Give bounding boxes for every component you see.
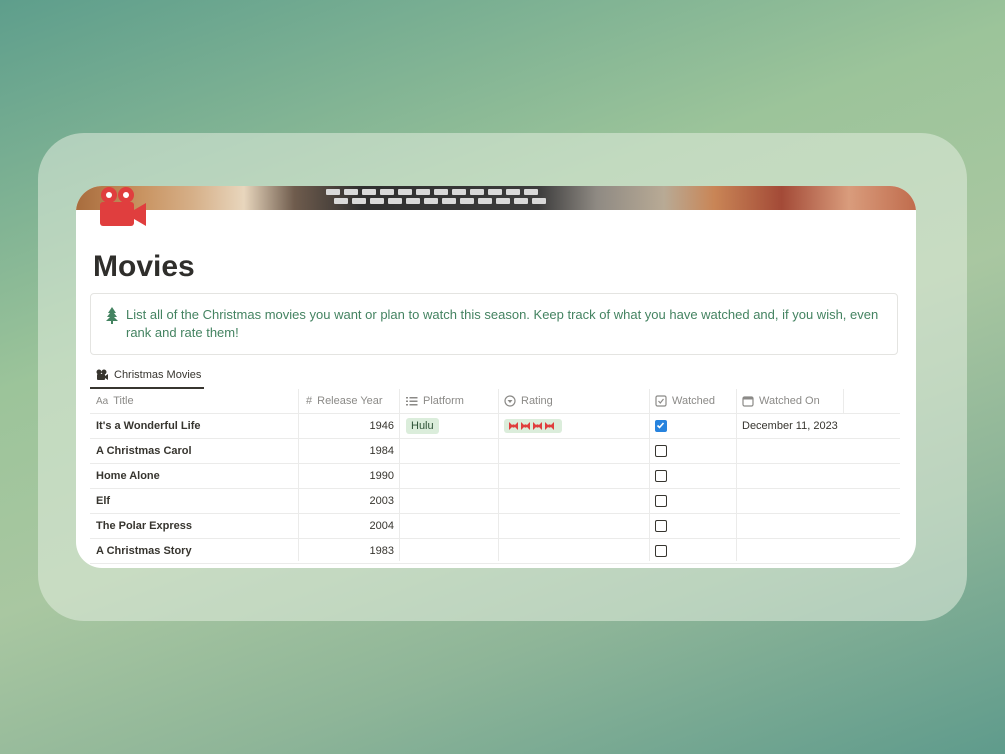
calendar-icon bbox=[742, 396, 754, 407]
laptop-keyboard-graphic bbox=[326, 188, 746, 208]
page-title[interactable]: Movies bbox=[93, 250, 195, 284]
rating-tag bbox=[504, 419, 562, 433]
platform-tag: Hulu bbox=[406, 418, 439, 434]
column-header-watched[interactable]: Watched bbox=[655, 389, 733, 413]
movie-camera-icon[interactable] bbox=[96, 186, 150, 230]
notion-page: Movies List all of the Christmas movies … bbox=[76, 186, 916, 568]
list-icon bbox=[406, 397, 418, 406]
title-cell[interactable]: It's a Wonderful Life bbox=[96, 414, 292, 438]
tab-label: Christmas Movies bbox=[114, 368, 202, 381]
title-cell[interactable]: Home Alone bbox=[96, 464, 292, 488]
table-row[interactable]: It's a Wonderful Life 1946 Hulu December… bbox=[90, 414, 900, 439]
table-row[interactable]: A Christmas Carol 1984 bbox=[90, 439, 900, 464]
watched-checkbox[interactable] bbox=[655, 420, 667, 432]
title-cell[interactable]: A Christmas Carol bbox=[96, 439, 292, 463]
watched-cell bbox=[655, 464, 733, 488]
watched-cell bbox=[655, 489, 733, 513]
release-year-cell[interactable]: 1984 bbox=[306, 439, 394, 463]
title-cell[interactable]: A Christmas Story bbox=[96, 539, 292, 563]
release-year-cell[interactable]: 2004 bbox=[306, 514, 394, 538]
column-header-title[interactable]: Aa Title bbox=[96, 389, 292, 413]
column-header-watched-on[interactable]: Watched On bbox=[742, 389, 842, 413]
text-property-icon: Aa bbox=[96, 395, 109, 407]
number-property-icon: # bbox=[306, 395, 313, 407]
table-row[interactable]: Home Alone 1990 bbox=[90, 464, 900, 489]
column-header-platform[interactable]: Platform bbox=[406, 389, 494, 413]
cover-image[interactable] bbox=[76, 186, 916, 210]
title-cell[interactable]: Elf bbox=[96, 489, 292, 513]
watched-on-cell[interactable]: December 11, 2023 bbox=[742, 414, 862, 438]
watched-checkbox[interactable] bbox=[655, 470, 667, 482]
table-row[interactable]: A Christmas Story 1983 bbox=[90, 539, 900, 564]
watched-cell bbox=[655, 414, 733, 438]
watched-cell bbox=[655, 439, 733, 463]
rating-cell[interactable] bbox=[504, 414, 644, 438]
watched-cell bbox=[655, 539, 733, 563]
watched-cell bbox=[655, 514, 733, 538]
watched-checkbox[interactable] bbox=[655, 495, 667, 507]
bow-rating-icon bbox=[509, 422, 554, 430]
watched-checkbox[interactable] bbox=[655, 545, 667, 557]
christmas-tree-icon bbox=[106, 307, 118, 324]
table-row[interactable]: Elf 2003 bbox=[90, 489, 900, 514]
checkbox-icon bbox=[655, 395, 667, 407]
watched-checkbox[interactable] bbox=[655, 445, 667, 457]
table-row[interactable]: The Polar Express 2004 bbox=[90, 514, 900, 539]
platform-cell[interactable]: Hulu bbox=[406, 414, 494, 438]
table-header: Aa Title # Release Year Platform Rating … bbox=[90, 389, 900, 414]
title-cell[interactable]: The Polar Express bbox=[96, 514, 292, 538]
checkmark-icon bbox=[656, 422, 665, 429]
select-icon bbox=[504, 395, 516, 407]
column-header-rating[interactable]: Rating bbox=[504, 389, 644, 413]
movie-camera-icon bbox=[96, 369, 108, 380]
tab-christmas-movies[interactable]: Christmas Movies bbox=[90, 362, 204, 389]
callout-block[interactable]: List all of the Christmas movies you wan… bbox=[90, 293, 898, 355]
column-header-release-year[interactable]: # Release Year bbox=[306, 389, 394, 413]
release-year-cell[interactable]: 2003 bbox=[306, 489, 394, 513]
release-year-cell[interactable]: 1946 bbox=[306, 414, 394, 438]
watched-checkbox[interactable] bbox=[655, 520, 667, 532]
release-year-cell[interactable]: 1983 bbox=[306, 539, 394, 563]
release-year-cell[interactable]: 1990 bbox=[306, 464, 394, 488]
callout-text: List all of the Christmas movies you wan… bbox=[126, 307, 879, 340]
